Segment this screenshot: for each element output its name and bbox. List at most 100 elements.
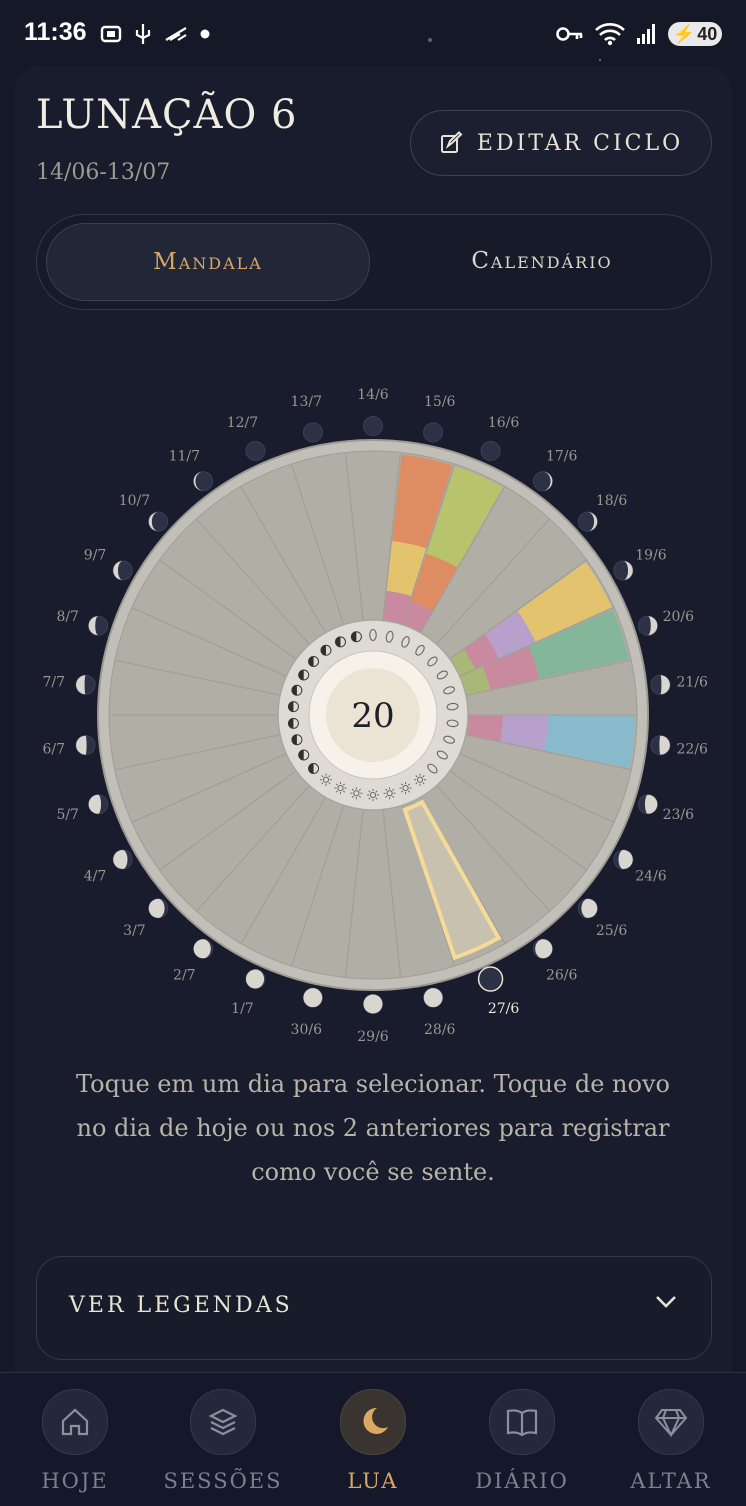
day-label: 21/6	[677, 674, 709, 690]
day-label: 27/6	[488, 1001, 520, 1017]
moon-phase-icon	[477, 966, 504, 992]
day-label: 12/7	[227, 415, 258, 431]
moon-phase-icon	[112, 849, 133, 870]
legend-label: VER LEGENDAS	[69, 1293, 293, 1318]
day-label: 3/7	[123, 923, 146, 939]
battery-level: 40	[697, 23, 718, 44]
moon-phase-icon	[613, 560, 634, 581]
usb-icon	[135, 24, 151, 44]
day-label: 16/6	[488, 415, 520, 431]
edit-icon	[440, 131, 463, 153]
battery-indicator: ⚡ 40	[668, 22, 722, 46]
edit-cycle-button[interactable]: EDITAR CICLO	[410, 110, 712, 176]
moon-phase-icon	[577, 898, 598, 919]
moon-phase-icon	[637, 615, 658, 636]
day-label: 20/6	[663, 609, 695, 625]
layers-icon	[190, 1389, 256, 1455]
nav-sessoes[interactable]: SESSÕES	[158, 1389, 288, 1493]
day-label: 19/6	[635, 548, 667, 564]
status-bar: 11:36 ⚡ 40	[0, 0, 746, 70]
nav-label-hoje: HOJE	[41, 1469, 109, 1493]
nav-label-lua: LUA	[347, 1469, 399, 1493]
day-label: 14/6	[357, 387, 389, 403]
nav-label-altar: ALTAR	[630, 1469, 712, 1493]
day-label: 26/6	[546, 968, 578, 984]
moon-phase-icon	[302, 987, 323, 1008]
day-label: 24/6	[635, 869, 667, 885]
moon-phase-icon	[532, 938, 553, 959]
moon-phase-icon	[75, 735, 96, 756]
day-label: 15/6	[424, 394, 456, 410]
view-toggle: Mandala Calendário	[36, 214, 712, 310]
moon-phase-icon	[88, 615, 109, 636]
moon-phase-icon	[613, 849, 634, 870]
moon-phase-icon	[193, 471, 214, 492]
moon-phase-icon	[245, 969, 266, 990]
day-label: 13/7	[291, 394, 322, 410]
day-label: 22/6	[677, 742, 709, 758]
nav-label-diario: DIÁRIO	[475, 1469, 569, 1493]
day-label: 7/7	[42, 674, 65, 690]
moon-phase-icon	[302, 422, 323, 443]
key-icon	[556, 27, 583, 41]
status-notification-icons	[100, 22, 210, 46]
moon-phase-icon	[637, 794, 658, 815]
moon-phase-icon	[363, 994, 383, 1014]
book-icon	[489, 1389, 555, 1455]
moon-phase-icon	[650, 735, 671, 756]
day-label: 11/7	[169, 448, 200, 464]
dot-icon	[200, 29, 210, 39]
wifi-icon	[595, 23, 625, 46]
day-label: 2/7	[173, 968, 196, 984]
day-label: 5/7	[56, 807, 79, 823]
moon-phase-icon	[88, 794, 109, 815]
moon-phase-icon	[480, 440, 501, 461]
moon-phase-icon	[423, 422, 444, 443]
moon-phase-icon	[148, 511, 169, 532]
diamond-icon	[638, 1389, 704, 1455]
day-label: 28/6	[424, 1022, 456, 1038]
nav-altar[interactable]: ALTAR	[606, 1389, 736, 1493]
no-signal-icon	[165, 27, 187, 41]
home-icon	[42, 1389, 108, 1455]
nav-lua[interactable]: LUA	[308, 1389, 438, 1493]
nav-hoje[interactable]: HOJE	[10, 1389, 140, 1493]
day-label: 1/7	[231, 1001, 254, 1017]
moon-icon	[340, 1389, 406, 1455]
moon-phase-icon	[363, 416, 383, 436]
day-label: 17/6	[546, 448, 578, 464]
moon-phase-icon	[423, 987, 444, 1008]
day-label: 9/7	[84, 548, 107, 564]
moon-phase-icon	[112, 560, 133, 581]
legend-toggle[interactable]: VER LEGENDAS	[36, 1256, 712, 1360]
moon-phase-icon	[532, 471, 553, 492]
moon-phase-icon	[245, 440, 266, 461]
day-label: 25/6	[596, 923, 628, 939]
current-day-number: 20	[351, 696, 394, 736]
cell-signal-icon	[637, 24, 655, 44]
chevron-down-icon	[656, 1296, 676, 1308]
nav-label-sessoes: SESSÕES	[163, 1469, 283, 1493]
day-label: 4/7	[84, 869, 107, 885]
edit-cycle-label: EDITAR CICLO	[476, 130, 684, 156]
charging-icon: ⚡	[672, 23, 696, 44]
day-label: 10/7	[119, 493, 150, 509]
tab-mandala[interactable]: Mandala	[46, 223, 370, 301]
day-label: 18/6	[596, 493, 628, 509]
lunation-mandala[interactable]: 14/6 15/6 16/6 17/6 18/6 19/6 20/6 21/6 22/6 23/6…	[0, 360, 746, 1060]
mandala-hint-text: Toque em um dia para selecionar. Toque d…	[76, 1070, 670, 1186]
day-label: 23/6	[663, 807, 695, 823]
screenshot-icon	[100, 25, 122, 43]
tab-calendar[interactable]: Calendário	[387, 223, 697, 299]
bottom-navigation: HOJE SESSÕES LUA DIÁRIO ALTAR	[0, 1372, 746, 1506]
cycle-date-range: 14/06-13/07	[36, 160, 171, 185]
day-label: 29/6	[357, 1029, 389, 1045]
status-time: 11:36	[24, 18, 87, 46]
page-title: LUNAÇÃO 6	[36, 92, 298, 138]
moon-phase-icon	[193, 938, 214, 959]
day-label: 6/7	[42, 742, 65, 758]
moon-phase-icon	[148, 898, 169, 919]
nav-diario[interactable]: DIÁRIO	[457, 1389, 587, 1493]
status-system-icons: ⚡ 40	[556, 22, 722, 46]
day-label: 8/7	[56, 609, 79, 625]
